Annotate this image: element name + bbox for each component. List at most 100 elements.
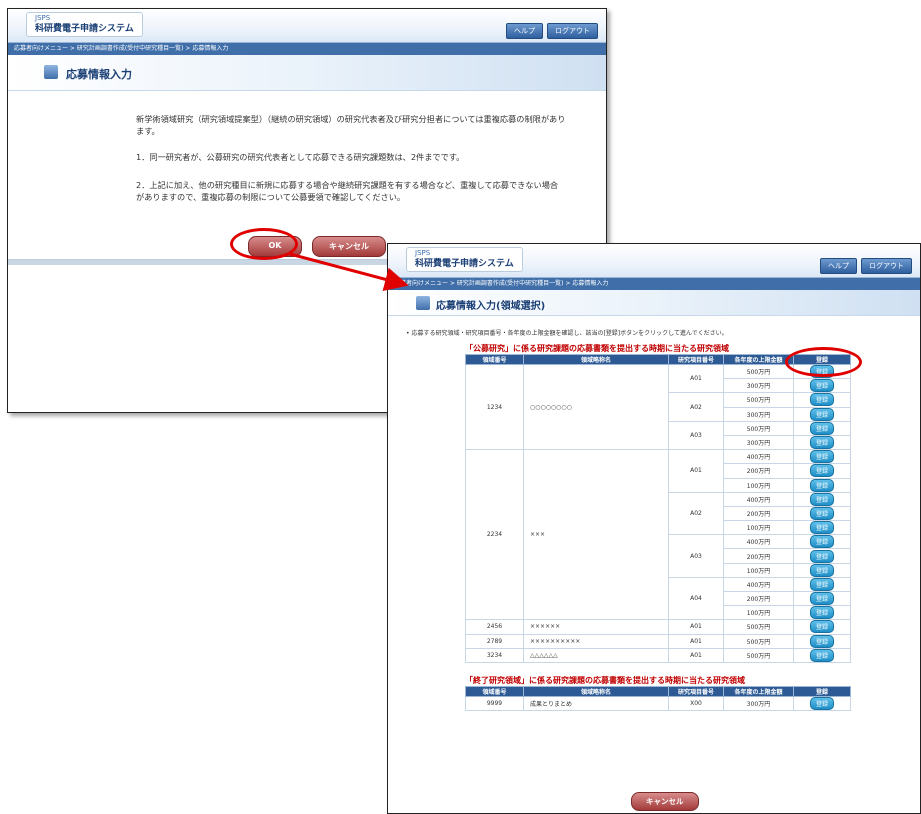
register-button[interactable]: 登録 bbox=[809, 506, 834, 520]
register-cell: 登録 bbox=[793, 434, 851, 451]
register-cell: 登録 bbox=[793, 406, 851, 422]
register-button[interactable]: 登録 bbox=[809, 535, 834, 549]
column-header: 研究項目番号 bbox=[668, 354, 724, 365]
register-button[interactable]: 登録 bbox=[809, 577, 834, 591]
amount: 200万円 bbox=[723, 463, 794, 479]
jsps-label: JSPS bbox=[415, 249, 431, 257]
register-button[interactable]: 登録 bbox=[809, 393, 834, 407]
column-header: 領域番号 bbox=[465, 685, 524, 697]
register-cell: 登録 bbox=[793, 647, 851, 663]
area-number: 9999 bbox=[465, 695, 524, 712]
register-button[interactable]: 登録 bbox=[809, 563, 834, 577]
area-name: ○○○○○○○○ bbox=[523, 363, 669, 451]
table-row: 3234 △△△△△△ A01 500万円 登録 bbox=[465, 647, 851, 663]
system-name: 科研費電子申請システム bbox=[415, 259, 514, 269]
register-button[interactable]: 登録 bbox=[809, 492, 834, 506]
register-button[interactable]: 登録 bbox=[809, 478, 834, 492]
amount: 500万円 bbox=[723, 363, 794, 380]
notice-item-1: 1．同一研究者が、公募研究の研究代表者として応募できる研究課題数は、2件までです… bbox=[136, 152, 465, 162]
register-button[interactable]: 登録 bbox=[809, 407, 834, 421]
register-cell: 登録 bbox=[793, 463, 851, 479]
register-button[interactable]: 登録 bbox=[809, 592, 834, 606]
area-name: ×××××× bbox=[523, 619, 669, 635]
register-cell: 登録 bbox=[793, 491, 851, 507]
register-button[interactable]: 登録 bbox=[809, 436, 834, 450]
register-cell: 登録 bbox=[793, 619, 851, 635]
breadcrumb[interactable]: 応募者向けメニュー > 研究計画調書作成(受付中研究種目一覧) > 応募情報入力 bbox=[388, 278, 920, 290]
register-cell: 登録 bbox=[793, 420, 851, 436]
table-row: 9999 成果とりまとめ X00 300万円 登録 bbox=[465, 695, 851, 712]
app-header: JSPS 科研費電子申請システム ヘルプ ログアウト bbox=[388, 244, 920, 278]
amount: 100万円 bbox=[723, 605, 794, 621]
register-button[interactable]: 登録 bbox=[809, 606, 834, 620]
area-number: 3234 bbox=[465, 647, 524, 663]
register-button[interactable]: 登録 bbox=[809, 450, 834, 464]
register-button[interactable]: 登録 bbox=[809, 634, 834, 648]
amount: 300万円 bbox=[723, 378, 794, 394]
area-name: ×××××××××× bbox=[523, 633, 669, 649]
item-code: A01 bbox=[668, 633, 724, 649]
page-title-bar: 応募情報入力 bbox=[8, 55, 606, 91]
system-name: 科研費電子申請システム bbox=[35, 24, 134, 34]
register-button[interactable]: 登録 bbox=[809, 421, 834, 435]
amount: 200万円 bbox=[723, 590, 794, 607]
app-header: JSPS 科研費電子申請システム ヘルプ ログアウト bbox=[8, 9, 606, 43]
area-number: 1234 bbox=[465, 363, 524, 451]
amount: 200万円 bbox=[723, 548, 794, 564]
item-code: A02 bbox=[668, 392, 724, 422]
help-button[interactable]: ヘルプ bbox=[820, 258, 857, 274]
register-cell: 登録 bbox=[793, 505, 851, 522]
amount: 200万円 bbox=[723, 505, 794, 522]
title-icon bbox=[44, 65, 58, 79]
amount: 300万円 bbox=[723, 406, 794, 422]
register-button[interactable]: 登録 bbox=[809, 648, 834, 662]
item-code: A04 bbox=[668, 576, 724, 621]
system-logo: JSPS 科研費電子申請システム bbox=[406, 247, 523, 272]
area-number: 2234 bbox=[465, 449, 524, 621]
amount: 400万円 bbox=[723, 491, 794, 507]
item-code: A01 bbox=[668, 647, 724, 663]
amount: 500万円 bbox=[723, 647, 794, 663]
help-button[interactable]: ヘルプ bbox=[506, 23, 543, 39]
register-highlight-oval bbox=[785, 347, 862, 377]
logout-button[interactable]: ログアウト bbox=[547, 23, 598, 39]
area-select-window: JSPS 科研費電子申請システム ヘルプ ログアウト 応募者向けメニュー > 研… bbox=[387, 243, 921, 814]
item-code: A01 bbox=[668, 619, 724, 635]
amount: 400万円 bbox=[723, 576, 794, 593]
table-row: 2789 ×××××××××× A01 500万円 登録 bbox=[465, 633, 851, 649]
register-button[interactable]: 登録 bbox=[809, 379, 834, 393]
amount: 100万円 bbox=[723, 520, 794, 536]
item-code: A02 bbox=[668, 491, 724, 536]
register-cell: 登録 bbox=[793, 562, 851, 578]
item-code: A01 bbox=[668, 449, 724, 493]
register-cell: 登録 bbox=[793, 534, 851, 550]
open-areas-table: 領域番号 領域略称名 研究項目番号 各年度の上限金額 登録 1234 ○○○○○○○○ A0… bbox=[465, 354, 851, 663]
register-cell: 登録 bbox=[793, 590, 851, 607]
register-button[interactable]: 登録 bbox=[809, 697, 834, 711]
cancel-button[interactable]: キャンセル bbox=[631, 792, 699, 811]
column-header: 各年度の上限金額 bbox=[723, 685, 794, 697]
amount: 500万円 bbox=[723, 619, 794, 635]
register-button[interactable]: 登録 bbox=[809, 549, 834, 563]
column-header: 領域番号 bbox=[465, 354, 524, 365]
cancel-button[interactable]: キャンセル bbox=[312, 236, 386, 257]
page-title: 応募情報入力 bbox=[66, 68, 132, 81]
area-name: 成果とりまとめ bbox=[523, 695, 669, 712]
register-cell: 登録 bbox=[793, 520, 851, 536]
logout-button[interactable]: ログアウト bbox=[861, 258, 912, 274]
page-title-bar: 応募情報入力(領域選択) bbox=[388, 290, 920, 316]
breadcrumb[interactable]: 応募者向けメニュー > 研究計画調書作成(受付中研究種目一覧) > 応募情報入力 bbox=[8, 43, 606, 55]
register-cell: 登録 bbox=[793, 477, 851, 493]
register-button[interactable]: 登録 bbox=[809, 464, 834, 478]
register-button[interactable]: 登録 bbox=[809, 620, 834, 634]
amount: 300万円 bbox=[723, 434, 794, 451]
amount: 100万円 bbox=[723, 477, 794, 493]
register-cell: 登録 bbox=[793, 633, 851, 649]
amount: 400万円 bbox=[723, 449, 794, 465]
amount: 500万円 bbox=[723, 420, 794, 436]
column-header: 各年度の上限金額 bbox=[723, 354, 794, 365]
notice-item-2: 2．上記に加え、他の研究種目に新規に応募する場合や継続研究課題を有する場合など、… bbox=[136, 180, 559, 202]
register-cell: 登録 bbox=[793, 548, 851, 564]
register-cell: 登録 bbox=[793, 378, 851, 394]
register-button[interactable]: 登録 bbox=[809, 521, 834, 535]
